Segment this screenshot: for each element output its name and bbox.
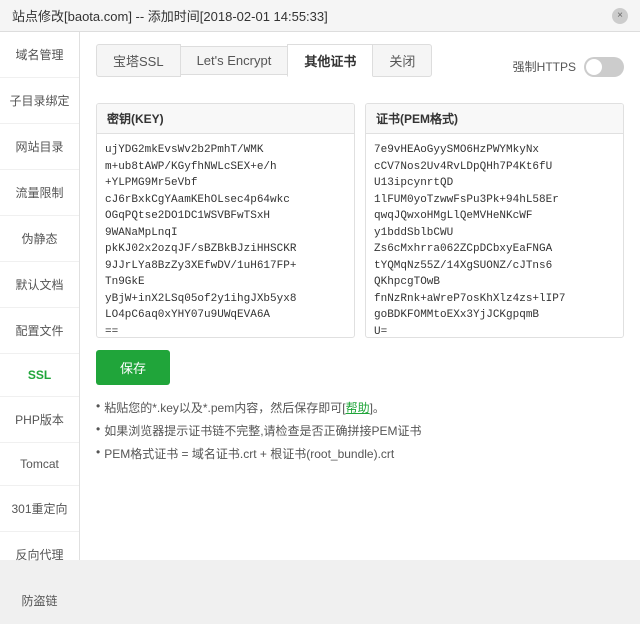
- sidebar-item-config[interactable]: 配置文件: [0, 308, 79, 354]
- sidebar-item-domain[interactable]: 域名管理: [0, 32, 79, 78]
- cert-panels: 密钥(KEY) ujYDG2mkEvsWv2b2PmhT/WMK m+ub8tA…: [96, 103, 624, 338]
- window-title: 站点修改[baota.com] -- 添加时间[2018-02-01 14:55…: [12, 6, 328, 25]
- notes-list: 粘贴您的*.key以及*.pem内容，然后保存即可[帮助]。 如果浏览器提示证书…: [96, 399, 624, 462]
- sidebar-item-tomcat[interactable]: Tomcat: [0, 443, 79, 486]
- force-https-label: 强制HTTPS: [513, 58, 576, 75]
- tab-close[interactable]: 关闭: [372, 44, 432, 77]
- tab-letsencrypt[interactable]: Let's Encrypt: [180, 46, 289, 75]
- sidebar: 域名管理子目录绑定网站目录流量限制伪静态默认文档配置文件SSLPHP版本Tomc…: [0, 32, 80, 560]
- force-https-toggle[interactable]: [584, 57, 624, 77]
- sidebar-item-reverse[interactable]: 反向代理: [0, 532, 79, 578]
- sidebar-item-static[interactable]: 伪静态: [0, 216, 79, 262]
- note-text-3: PEM格式证书 = 域名证书.crt + 根证书(root_bundle).cr…: [104, 445, 394, 462]
- sidebar-item-ssl[interactable]: SSL: [0, 354, 79, 397]
- sidebar-item-sitelist[interactable]: 网站目录: [0, 124, 79, 170]
- sidebar-item-default[interactable]: 默认文档: [0, 262, 79, 308]
- sidebar-item-redirect[interactable]: 301重定向: [0, 486, 79, 532]
- cert-panel: 证书(PEM格式) 7e9vHEAoGyySMO6HzPWYMkyNx cCV7…: [365, 103, 624, 338]
- note-item-3: PEM格式证书 = 域名证书.crt + 根证书(root_bundle).cr…: [96, 445, 624, 462]
- cert-panel-header: 证书(PEM格式): [366, 104, 623, 134]
- force-https-area: 强制HTTPS: [513, 57, 624, 77]
- tabs-row: 宝塔SSL Let's Encrypt 其他证书 关闭 强制HTTPS: [96, 44, 624, 89]
- sidebar-item-traffic[interactable]: 流量限制: [0, 170, 79, 216]
- title-bar: 站点修改[baota.com] -- 添加时间[2018-02-01 14:55…: [0, 0, 640, 32]
- main-content: 宝塔SSL Let's Encrypt 其他证书 关闭 强制HTTPS 密钥(K…: [80, 32, 640, 560]
- tab-baota-ssl[interactable]: 宝塔SSL: [96, 44, 181, 77]
- note-item-1: 粘贴您的*.key以及*.pem内容，然后保存即可[帮助]。: [96, 399, 624, 416]
- sidebar-item-hotlink[interactable]: 防盗链: [0, 578, 79, 624]
- sidebar-item-subdir[interactable]: 子目录绑定: [0, 78, 79, 124]
- close-button[interactable]: ×: [612, 8, 628, 24]
- key-panel: 密钥(KEY) ujYDG2mkEvsWv2b2PmhT/WMK m+ub8tA…: [96, 103, 355, 338]
- key-panel-header: 密钥(KEY): [97, 104, 354, 134]
- key-textarea[interactable]: ujYDG2mkEvsWv2b2PmhT/WMK m+ub8tAWP/KGyfh…: [97, 134, 354, 334]
- sidebar-item-php[interactable]: PHP版本: [0, 397, 79, 443]
- note-item-2: 如果浏览器提示证书链不完整,请检查是否正确拼接PEM证书: [96, 422, 624, 439]
- note-text-2: 如果浏览器提示证书链不完整,请检查是否正确拼接PEM证书: [104, 422, 421, 439]
- tab-other-cert[interactable]: 其他证书: [287, 44, 373, 77]
- toggle-knob: [586, 59, 602, 75]
- cert-textarea[interactable]: 7e9vHEAoGyySMO6HzPWYMkyNx cCV7Nos2Uv4RvL…: [366, 134, 623, 334]
- help-link[interactable]: 帮助: [346, 401, 370, 415]
- save-button[interactable]: 保存: [96, 350, 170, 385]
- tabs: 宝塔SSL Let's Encrypt 其他证书 关闭: [96, 44, 431, 77]
- note-text-1: 粘贴您的*.key以及*.pem内容，然后保存即可[帮助]。: [104, 399, 385, 416]
